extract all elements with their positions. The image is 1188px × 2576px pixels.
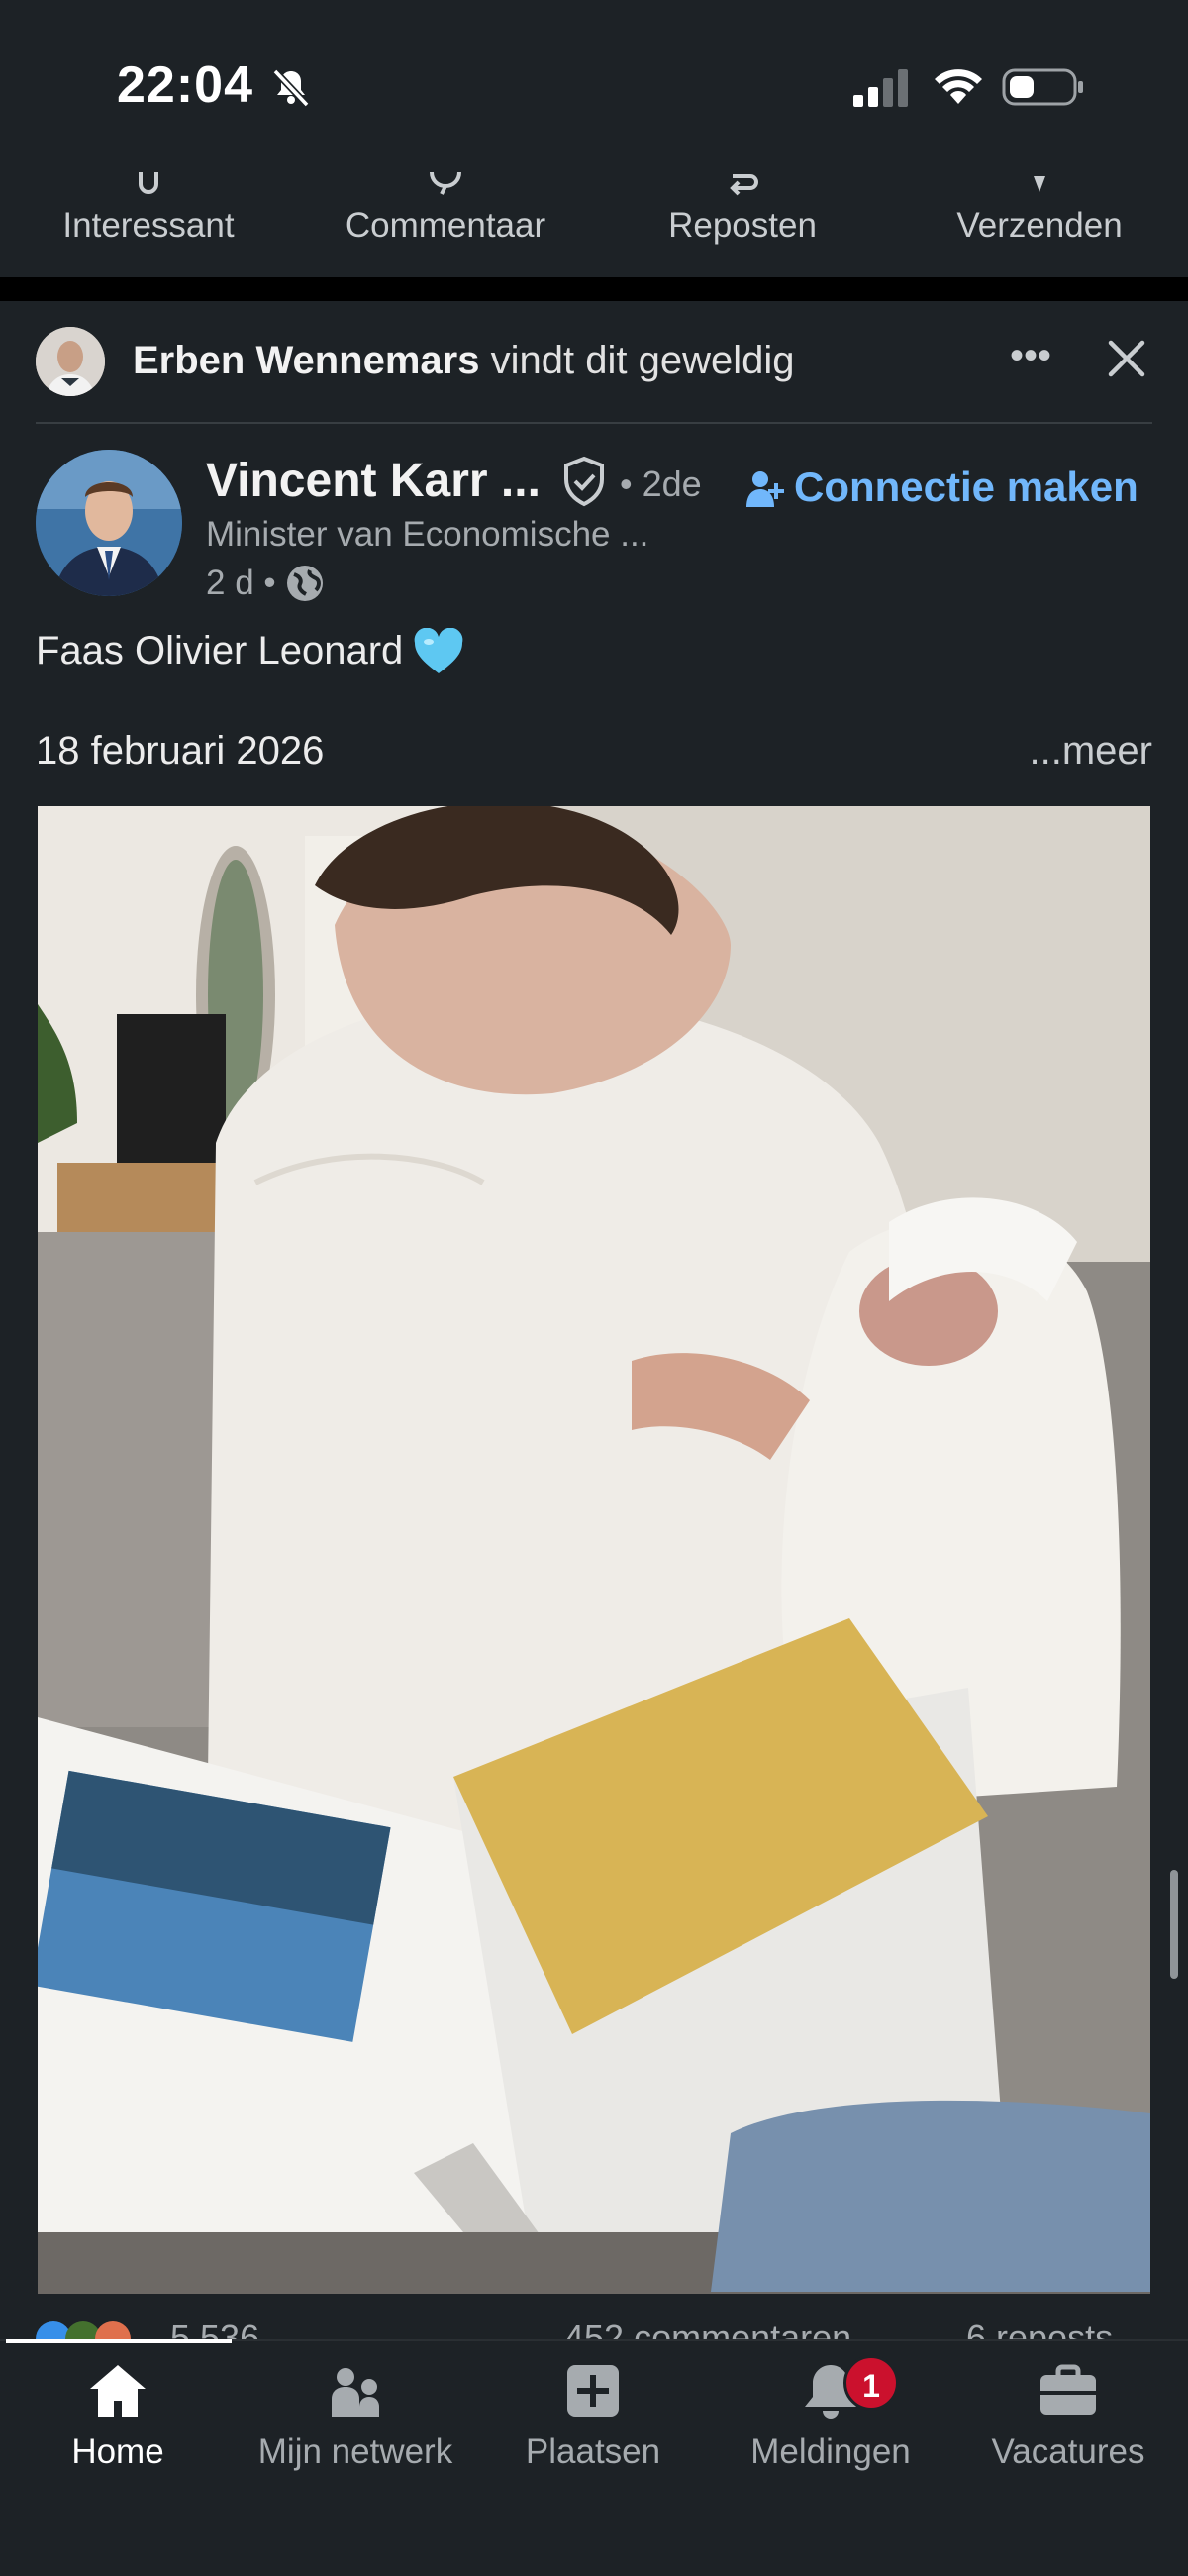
tab-notifications-label: Meldingen xyxy=(750,2432,911,2471)
comment-button[interactable]: Commentaar xyxy=(317,168,574,277)
tab-jobs[interactable]: Vacatures xyxy=(954,2351,1182,2490)
repost-label: Reposten xyxy=(668,206,817,245)
post-text-content: Faas Olivier Leonard xyxy=(36,629,404,672)
repost-icon xyxy=(730,174,758,196)
previous-post-actions: Interessant Commentaar Reposten Verzende… xyxy=(0,168,1188,277)
connect-label: Connectie maken xyxy=(794,464,1138,510)
like-button[interactable]: Interessant xyxy=(30,168,267,277)
network-icon xyxy=(332,2368,379,2417)
post-text: Faas Olivier Leonard xyxy=(36,628,464,675)
tab-notifications[interactable]: 1 Meldingen xyxy=(717,2351,944,2490)
social-context-text: Erben Wennemars vindt dit geweldig xyxy=(133,339,794,383)
notification-badge: 1 xyxy=(843,2355,899,2411)
wifi-icon xyxy=(935,69,982,104)
post-photo-illustration xyxy=(38,806,1150,2294)
tab-jobs-label: Vacatures xyxy=(991,2432,1145,2471)
tab-my-network-label: Mijn netwerk xyxy=(257,2432,453,2471)
add-person-icon xyxy=(746,471,784,507)
more-options-icon[interactable]: ••• xyxy=(1006,331,1055,380)
post-time-text: 2 d • xyxy=(206,564,276,602)
briefcase-icon xyxy=(1040,2364,1096,2415)
post-time: 2 d • xyxy=(206,563,326,604)
light-bulb-icon xyxy=(139,172,158,194)
connection-degree: • 2de xyxy=(620,464,702,504)
feed-post: Erben Wennemars vindt dit geweldig ••• V… xyxy=(0,301,1188,2345)
feed-divider xyxy=(0,277,1188,301)
bell-off-icon xyxy=(272,68,310,108)
author-avatar[interactable] xyxy=(36,450,182,596)
close-icon[interactable] xyxy=(1105,337,1148,380)
separator xyxy=(36,422,1152,424)
status-time: 22:04 xyxy=(117,56,253,114)
bottom-tab-bar: Home Mijn netwerk Plaatsen 1 Meldingen V… xyxy=(0,2339,1188,2576)
tab-post[interactable]: Plaatsen xyxy=(479,2351,707,2490)
battery-icon xyxy=(1002,68,1083,106)
liker-avatar[interactable] xyxy=(36,327,105,396)
active-tab-indicator xyxy=(6,2339,232,2343)
send-label: Verzenden xyxy=(956,206,1123,245)
comment-label: Commentaar xyxy=(345,206,546,245)
send-button[interactable]: Verzenden xyxy=(921,168,1158,277)
repost-button[interactable]: Reposten xyxy=(624,168,861,277)
author-headline: Minister van Economische ... xyxy=(206,515,649,554)
scrollbar[interactable] xyxy=(1170,1870,1178,1979)
globe-icon xyxy=(286,566,323,601)
liker-action: vindt dit geweldig xyxy=(479,339,795,382)
status-bar: 22:04 xyxy=(0,0,1188,168)
send-icon xyxy=(1034,176,1045,192)
author-name[interactable]: Vincent Karr ... xyxy=(206,454,541,508)
tab-home-label: Home xyxy=(71,2432,164,2471)
home-icon xyxy=(90,2365,146,2417)
plus-box-icon xyxy=(567,2365,619,2417)
connect-button[interactable]: Connectie maken xyxy=(744,464,1138,511)
social-context: Erben Wennemars vindt dit geweldig ••• xyxy=(0,301,1188,420)
cellular-signal-icon xyxy=(853,69,908,107)
tab-post-label: Plaatsen xyxy=(525,2432,661,2471)
see-more-link[interactable]: ...meer xyxy=(1030,729,1152,773)
tab-my-network[interactable]: Mijn netwerk xyxy=(242,2351,469,2490)
like-label: Interessant xyxy=(62,206,235,245)
post-date: 18 februari 2026 xyxy=(36,729,325,773)
blue-heart-icon xyxy=(414,628,463,673)
verified-shield-icon xyxy=(564,456,604,507)
liker-name[interactable]: Erben Wennemars xyxy=(133,339,480,382)
post-image[interactable] xyxy=(38,806,1150,2294)
tab-home[interactable]: Home xyxy=(4,2351,232,2490)
comment-icon xyxy=(430,172,461,195)
